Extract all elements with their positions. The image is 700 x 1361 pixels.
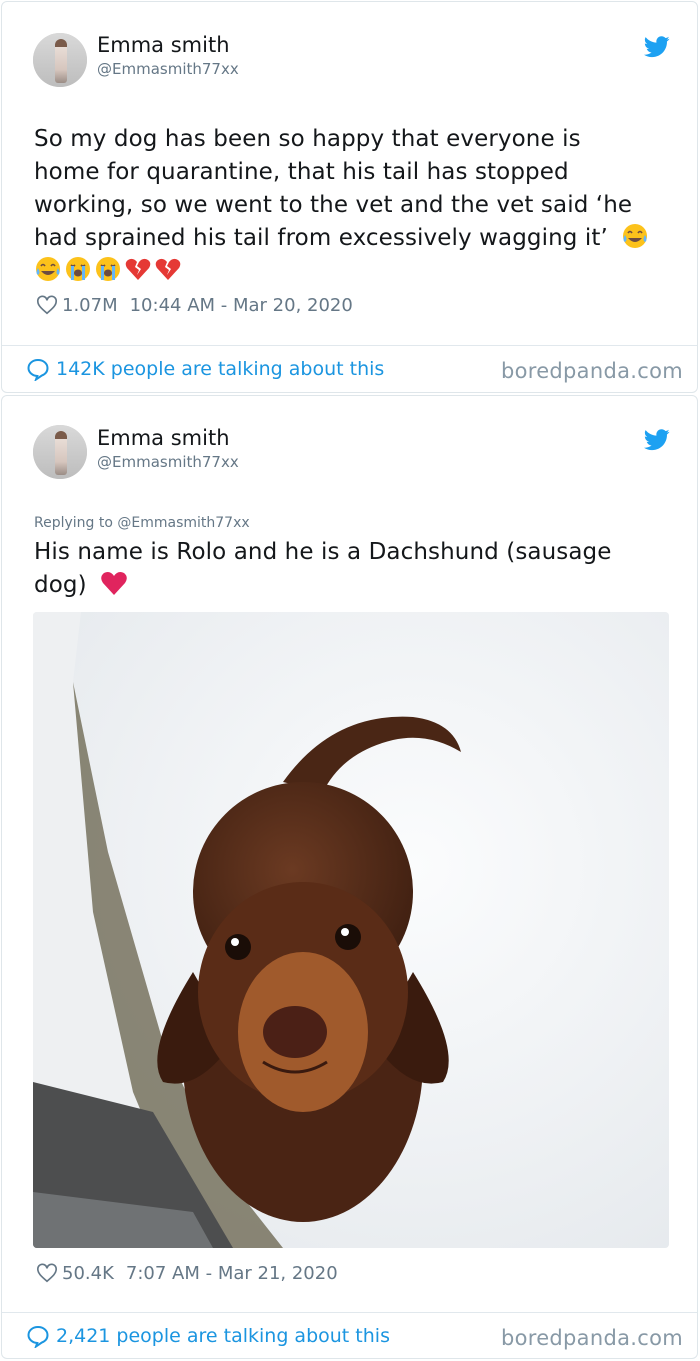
replying-to[interactable]: Replying to @Emmasmith77xx xyxy=(34,515,250,531)
tweet-text-line: working, so we went to the vet and the v… xyxy=(34,192,633,218)
timestamp[interactable]: 7:07 AM - Mar 21, 2020 xyxy=(126,1263,338,1284)
dog-in-snow-image xyxy=(33,612,669,1248)
tweet-text-line: had sprained his tail from excessively w… xyxy=(34,222,674,255)
tweet-text-line: dog) xyxy=(34,569,674,602)
twitter-bird-icon[interactable] xyxy=(644,36,670,58)
tweet-text-line: So my dog has been so happy that everyon… xyxy=(34,126,581,152)
talking-link[interactable]: 2,421 people are talking about this xyxy=(26,1324,390,1348)
loudly-crying-emoji-icon xyxy=(66,257,90,281)
source-watermark: boredpanda.com xyxy=(500,359,683,383)
tweet-text-line: His name is Rolo and he is a Dachshund (… xyxy=(34,539,612,565)
tweet-text: So my dog has been so happy that everyon… xyxy=(34,123,674,288)
broken-heart-emoji-icon xyxy=(125,258,151,280)
twitter-bird-icon[interactable] xyxy=(644,429,670,451)
author-name[interactable]: Emma smith xyxy=(97,33,230,57)
talking-link[interactable]: 142K people are talking about this xyxy=(26,357,384,381)
tweet-text: His name is Rolo and he is a Dachshund (… xyxy=(34,536,674,602)
divider xyxy=(2,345,697,346)
author-handle[interactable]: @Emmasmith77xx xyxy=(97,60,239,78)
emoji-row xyxy=(34,255,674,288)
avatar[interactable] xyxy=(33,33,87,87)
author-name[interactable]: Emma smith xyxy=(97,426,230,450)
talking-text[interactable]: 142K people are talking about this xyxy=(56,358,384,380)
loudly-crying-emoji-icon xyxy=(96,257,120,281)
tweet-text-line: home for quarantine, that his tail has s… xyxy=(34,159,569,185)
tweet-card: Emma smith @Emmasmith77xx Replying to @E… xyxy=(1,395,698,1359)
tweet-meta: 50.4K 7:07 AM - Mar 21, 2020 xyxy=(36,1262,338,1284)
divider xyxy=(2,1312,697,1313)
like-count[interactable]: 1.07M xyxy=(62,295,118,316)
heart-outline-icon[interactable] xyxy=(36,294,58,316)
tweet-text-line-content: dog) xyxy=(34,572,87,598)
speech-bubble-icon xyxy=(27,1325,49,1348)
avatar[interactable] xyxy=(33,425,87,479)
broken-heart-emoji-icon xyxy=(155,258,181,280)
tears-of-joy-emoji-icon xyxy=(623,224,648,248)
tears-of-joy-emoji-icon xyxy=(36,257,60,281)
tweet-card: Emma smith @Emmasmith77xx So my dog has … xyxy=(1,1,698,393)
like-count[interactable]: 50.4K xyxy=(62,1263,114,1284)
author-handle[interactable]: @Emmasmith77xx xyxy=(97,453,239,471)
source-watermark: boredpanda.com xyxy=(500,1326,683,1350)
talking-text[interactable]: 2,421 people are talking about this xyxy=(56,1325,390,1347)
heart-outline-icon[interactable] xyxy=(36,1262,58,1284)
tweet-text-line-content: had sprained his tail from excessively w… xyxy=(34,225,608,251)
tweet-meta: 1.07M 10:44 AM - Mar 20, 2020 xyxy=(36,294,353,316)
tweet-photo-dachshund[interactable] xyxy=(33,612,669,1248)
speech-bubble-icon xyxy=(27,358,49,381)
red-heart-emoji-icon xyxy=(101,572,127,595)
timestamp[interactable]: 10:44 AM - Mar 20, 2020 xyxy=(130,295,353,316)
